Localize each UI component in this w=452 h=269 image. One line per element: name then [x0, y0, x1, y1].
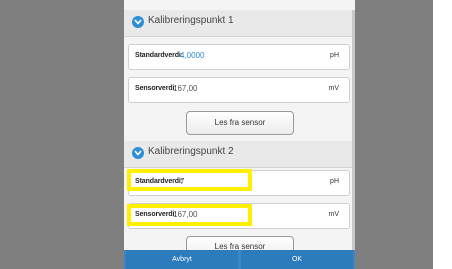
unit-label: pH	[330, 52, 339, 59]
field-label: Standardverdi:	[135, 52, 184, 59]
chevron-down-circle-icon[interactable]	[132, 147, 144, 159]
sensor-value: 167,00	[173, 84, 198, 93]
section-header-calibration-point-1[interactable]: Kalibreringspunkt 1	[124, 10, 355, 37]
scrollbar[interactable]	[352, 10, 355, 252]
unit-label: mV	[328, 85, 340, 92]
ok-button[interactable]: OK	[241, 250, 353, 269]
highlight-standard-value-2	[127, 169, 252, 191]
dimmed-background-left	[0, 0, 124, 269]
field-label: Sensorverdi:	[135, 85, 177, 92]
standard-value[interactable]: 4,0000	[180, 51, 204, 60]
dimmed-background-right	[355, 0, 433, 269]
chevron-down-circle-icon[interactable]	[132, 16, 144, 28]
cancel-button[interactable]: Avbryt	[126, 250, 238, 269]
standard-value-field-1[interactable]: Standardverdi: 4,0000 pH	[128, 44, 350, 70]
section-header-calibration-point-2[interactable]: Kalibreringspunkt 2	[124, 141, 355, 168]
dialog-button-bar: Avbryt OK	[124, 250, 355, 269]
read-from-sensor-button-1[interactable]: Les fra sensor	[186, 111, 294, 135]
highlight-sensor-value-2	[127, 204, 252, 226]
sensor-value-field-1: Sensorverdi: 167,00 mV	[128, 77, 350, 103]
unit-label: mV	[328, 211, 340, 218]
section-title: Kalibreringspunkt 2	[148, 146, 234, 157]
screen-edge	[433, 0, 452, 269]
unit-label: pH	[330, 178, 339, 185]
section-title: Kalibreringspunkt 1	[148, 15, 234, 26]
calibration-dialog: Kalibreringspunkt 1 Standardverdi: 4,000…	[124, 0, 355, 269]
